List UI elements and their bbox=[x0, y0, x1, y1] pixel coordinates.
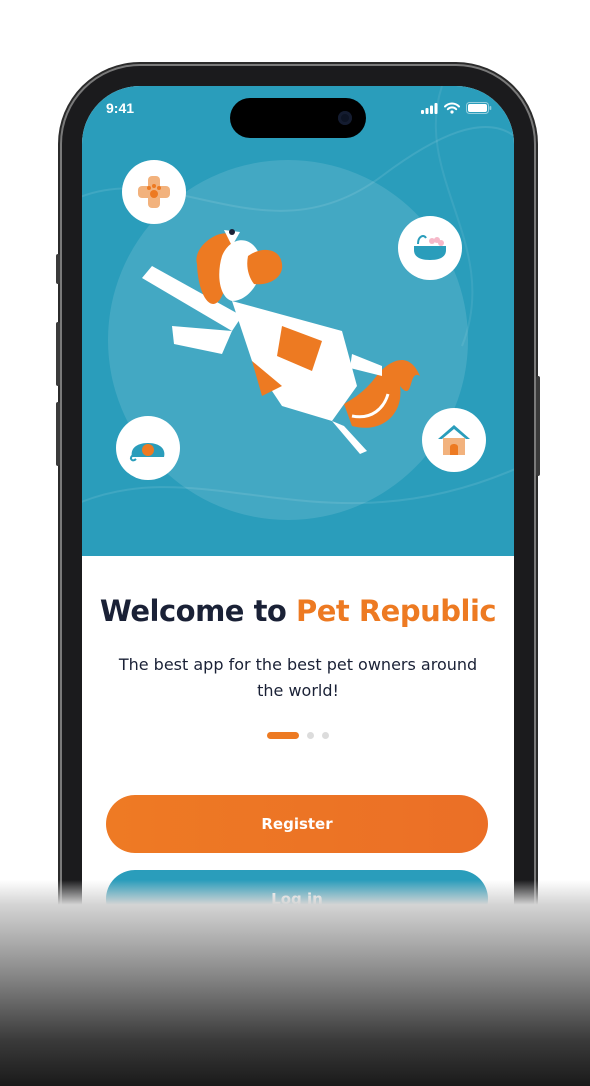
pager-dot[interactable] bbox=[307, 732, 314, 739]
battery-icon bbox=[466, 102, 492, 114]
status-bar: 9:41 bbox=[82, 86, 514, 138]
title-prefix: Welcome to bbox=[99, 594, 296, 628]
leash-badge bbox=[116, 416, 180, 480]
bottom-gradient-overlay bbox=[0, 880, 590, 1086]
register-button[interactable]: Register bbox=[106, 795, 488, 853]
doghouse-icon bbox=[438, 425, 470, 455]
signal-icon bbox=[421, 102, 438, 114]
dynamic-island bbox=[230, 98, 366, 138]
status-icons bbox=[421, 102, 492, 114]
hero-illustration bbox=[82, 86, 514, 556]
status-time: 9:41 bbox=[106, 100, 135, 116]
pager-dot-active[interactable] bbox=[267, 732, 299, 739]
bathtub-badge bbox=[398, 216, 462, 280]
page-title: Welcome to Pet Republic bbox=[82, 594, 514, 628]
app-screen: 9:41 Welcome to Pet Republic The best ap… bbox=[82, 86, 514, 966]
pager-dot[interactable] bbox=[322, 732, 329, 739]
front-camera bbox=[338, 111, 352, 125]
bathtub-icon bbox=[414, 235, 446, 260]
dog-illustration bbox=[142, 229, 420, 454]
doghouse-badge bbox=[422, 408, 486, 472]
paw-bandage-icon bbox=[138, 176, 170, 208]
volume-up-button bbox=[56, 322, 60, 386]
page-subtitle: The best app for the best pet owners aro… bbox=[118, 655, 478, 700]
wifi-icon bbox=[444, 102, 460, 114]
leash-icon bbox=[129, 443, 165, 462]
phone-frame: 9:41 Welcome to Pet Republic The best ap… bbox=[56, 66, 540, 966]
pager-dots bbox=[82, 732, 514, 739]
volume-down-button bbox=[56, 402, 60, 466]
silent-switch bbox=[56, 254, 60, 284]
power-button bbox=[536, 376, 540, 476]
brand-name: Pet Republic bbox=[295, 594, 497, 628]
paw-bandage-badge bbox=[122, 160, 186, 224]
